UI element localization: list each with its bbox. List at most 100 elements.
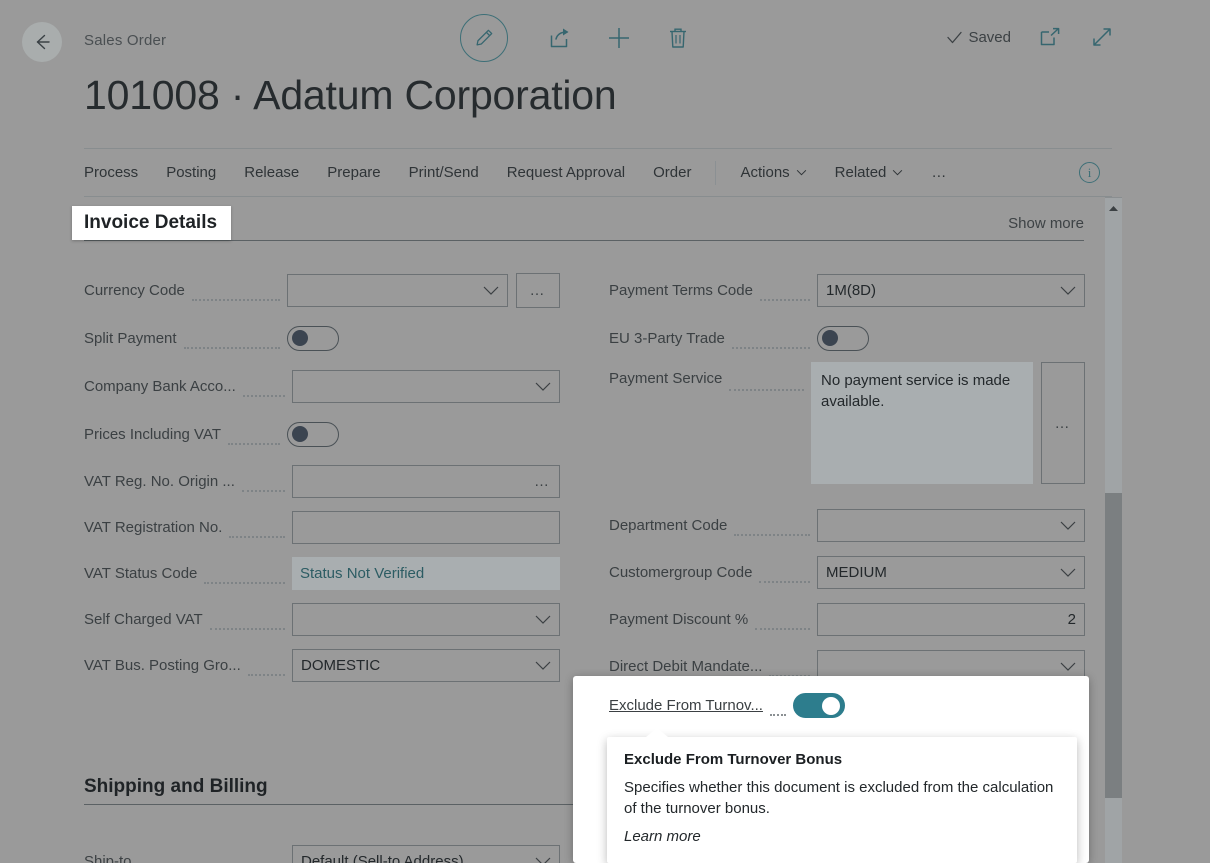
field-label: EU 3-Party Trade <box>609 330 725 347</box>
toggle-knob <box>822 330 838 346</box>
ribbon-item-process[interactable]: Process <box>84 164 152 181</box>
payment-service-assist-button[interactable]: … <box>1041 362 1085 484</box>
edit-button[interactable] <box>460 14 508 62</box>
ribbon-item-posting[interactable]: Posting <box>152 164 230 181</box>
self-charged-vat-input[interactable] <box>292 603 560 636</box>
scrollbar-up-button[interactable] <box>1105 201 1122 215</box>
back-arrow-icon <box>31 31 53 53</box>
field-label[interactable]: Exclude From Turnov... <box>609 697 763 714</box>
label-leader-dots <box>229 523 285 538</box>
field-control <box>793 693 845 718</box>
field-control: Default (Sell-to Address) <box>292 845 560 863</box>
field-vat-reg-no-origin: VAT Reg. No. Origin ... … <box>84 458 560 504</box>
field-split-payment: Split Payment <box>84 314 560 362</box>
field-label: VAT Reg. No. Origin ... <box>84 473 235 490</box>
tooltip-title: Exclude From Turnover Bonus <box>624 751 1060 768</box>
field-company-bank-account: Company Bank Acco... <box>84 362 560 410</box>
field-control: No payment service is made available. … <box>811 362 1085 484</box>
info-icon[interactable]: i <box>1079 162 1100 183</box>
ribbon-label: Related <box>835 164 887 181</box>
chevron-down-icon <box>535 857 551 863</box>
vat-registration-no-input[interactable] <box>292 511 560 544</box>
ribbon-item-request-approval[interactable]: Request Approval <box>493 164 639 181</box>
field-label: VAT Bus. Posting Gro... <box>84 657 241 674</box>
toggle-knob <box>292 330 308 346</box>
field-label: VAT Registration No. <box>84 519 222 536</box>
ribbon-overflow-button[interactable]: … <box>917 164 962 181</box>
tooltip-learn-more-link[interactable]: Learn more <box>624 828 1060 845</box>
field-ship-to: Ship-to Default (Sell-to Address) <box>84 838 560 863</box>
payment-terms-code-input[interactable]: 1M(8D) <box>817 274 1085 307</box>
payment-discount-pct-input[interactable]: 2 <box>817 603 1085 636</box>
field-label: Currency Code <box>84 282 185 299</box>
ribbon-label: Print/Send <box>409 164 479 181</box>
field-label: Ship-to <box>84 853 132 863</box>
department-code-input[interactable] <box>817 509 1085 542</box>
prices-including-vat-toggle[interactable] <box>287 422 339 447</box>
field-control: Status Not Verified <box>292 557 560 590</box>
caret-up-icon <box>1108 205 1119 212</box>
toggle-knob <box>822 697 840 715</box>
ribbon-item-actions[interactable]: Actions <box>726 164 820 181</box>
vertical-scrollbar[interactable] <box>1105 198 1122 863</box>
field-label: Payment Terms Code <box>609 282 753 299</box>
breadcrumb[interactable]: Sales Order <box>84 32 166 49</box>
invoice-details-header: Invoice Details Show more <box>84 212 1084 241</box>
new-button[interactable] <box>606 25 632 51</box>
label-leader-dots <box>759 568 810 583</box>
scrollbar-thumb[interactable] <box>1105 493 1122 798</box>
ribbon-label: Release <box>244 164 299 181</box>
pencil-icon <box>473 27 495 49</box>
chevron-down-icon <box>796 169 807 176</box>
chevron-down-icon <box>483 286 499 295</box>
field-control <box>287 422 560 447</box>
company-bank-account-input[interactable] <box>292 370 560 403</box>
fullscreen-button[interactable] <box>1089 24 1115 50</box>
field-vat-status-code: VAT Status Code Status Not Verified <box>84 550 560 596</box>
field-prices-including-vat: Prices Including VAT <box>84 410 560 458</box>
show-more-link[interactable]: Show more <box>1008 215 1084 234</box>
ship-to-input[interactable]: Default (Sell-to Address) <box>292 845 560 863</box>
back-button[interactable] <box>22 22 62 62</box>
ellipsis-icon[interactable]: … <box>534 473 551 490</box>
ribbon-item-print-send[interactable]: Print/Send <box>395 164 493 181</box>
field-customergroup-code: Customergroup Code MEDIUM <box>609 549 1085 596</box>
label-leader-dots <box>755 615 810 630</box>
label-leader-dots <box>729 376 804 391</box>
open-in-new-window-button[interactable] <box>1037 24 1063 50</box>
top-bar: Sales Order <box>0 0 1130 80</box>
ribbon-label: Order <box>653 164 691 181</box>
plus-icon <box>606 25 632 51</box>
field-label: VAT Status Code <box>84 565 197 582</box>
vat-bus-posting-group-input[interactable]: DOMESTIC <box>292 649 560 682</box>
label-leader-dots <box>734 521 810 536</box>
field-payment-service: Payment Service No payment service is ma… <box>609 362 1085 502</box>
split-payment-toggle[interactable] <box>287 326 339 351</box>
toolbar-icons <box>460 14 691 62</box>
ribbon-item-release[interactable]: Release <box>230 164 313 181</box>
ribbon-item-order[interactable]: Order <box>639 164 705 181</box>
exclude-from-turnover-bonus-toggle[interactable] <box>793 693 845 718</box>
saved-label: Saved <box>968 29 1011 46</box>
ribbon-item-related[interactable]: Related <box>821 164 918 181</box>
field-vat-bus-posting-group: VAT Bus. Posting Gro... DOMESTIC <box>84 642 560 688</box>
tooltip-body: Specifies whether this document is exclu… <box>624 777 1060 819</box>
label-leader-dots <box>184 334 280 349</box>
delete-button[interactable] <box>665 25 691 51</box>
currency-code-input[interactable] <box>287 274 508 307</box>
customergroup-code-input[interactable]: MEDIUM <box>817 556 1085 589</box>
ribbon-item-prepare[interactable]: Prepare <box>313 164 394 181</box>
label-leader-dots <box>243 382 285 397</box>
label-leader-dots <box>248 661 285 676</box>
field-control: 1M(8D) <box>817 274 1085 307</box>
chevron-down-icon <box>535 382 551 391</box>
label-leader-dots <box>210 615 285 630</box>
eu-3-party-trade-toggle[interactable] <box>817 326 869 351</box>
invoice-details-title: Invoice Details <box>72 206 231 240</box>
field-control: … <box>287 273 560 308</box>
vat-reg-no-origin-input[interactable]: … <box>292 465 560 498</box>
field-currency-code: Currency Code … <box>84 266 560 314</box>
field-label: Customergroup Code <box>609 564 752 581</box>
currency-code-assist-button[interactable]: … <box>516 273 560 308</box>
share-button[interactable] <box>547 25 573 51</box>
